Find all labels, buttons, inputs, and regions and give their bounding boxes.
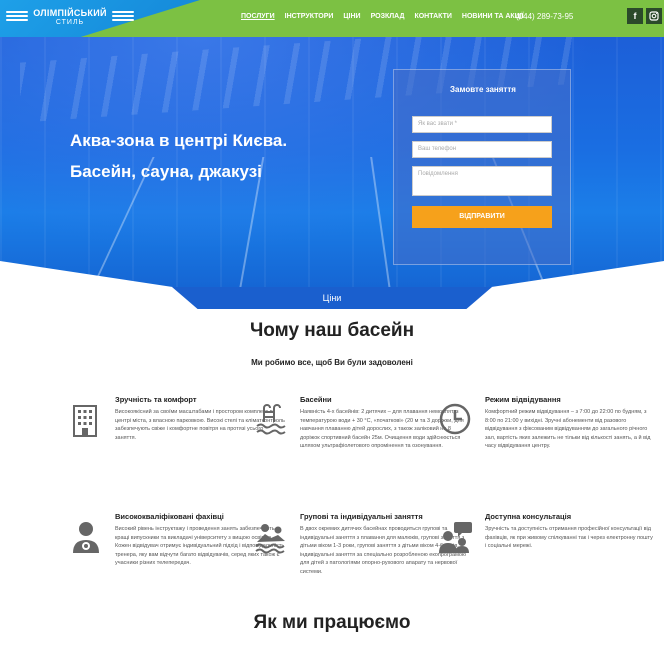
top-header: ОЛІМПІЙСЬКИЙ СТИЛЬ ПОСЛУГИ ІНСТРУКТОРИ Ц… xyxy=(0,0,664,62)
pool-lane-line xyxy=(370,157,392,287)
consultation-icon xyxy=(438,520,472,556)
section-title: Чому наш басейн xyxy=(249,320,415,341)
prices-tab[interactable]: Ціни xyxy=(172,287,492,309)
facebook-icon[interactable]: f xyxy=(627,8,643,24)
prices-tab-label: Ціни xyxy=(322,293,342,303)
feature-schedule: Режим відвідування Комфортний режим відв… xyxy=(485,395,655,451)
wave-icon xyxy=(6,11,28,23)
nav-contacts[interactable]: КОНТАКТИ xyxy=(409,13,456,20)
feature-title: Доступна консультація xyxy=(485,512,572,521)
name-input[interactable]: Як вас звати * xyxy=(412,116,552,133)
clock-icon xyxy=(438,402,472,438)
feature-title: Режим відвідування xyxy=(485,395,561,404)
building-icon xyxy=(70,403,104,439)
hero-title-line2: Басейн, сауна, джакузі xyxy=(70,162,262,181)
logo-title: ОЛІМПІЙСЬКИЙ xyxy=(33,8,107,18)
feature-text: Зручність та доступність отримання профе… xyxy=(485,526,653,549)
feature-text: Комфортний режим відвідування – з 7:00 д… xyxy=(485,409,651,449)
hero-banner: Аква-зона в центрі Києва. Басейн, сауна,… xyxy=(0,37,664,287)
message-textarea[interactable]: Повідомлення xyxy=(412,166,552,196)
nav-schedule[interactable]: РОЗКЛАД xyxy=(366,13,410,20)
wave-icon xyxy=(112,11,134,23)
feature-consultation: Доступна консультація Зручність та досту… xyxy=(485,512,655,551)
nav-instructors[interactable]: ІНСТРУКТОРИ xyxy=(280,13,339,20)
nav-prices[interactable]: ЦІНИ xyxy=(338,13,365,20)
pool-ladder-icon xyxy=(255,402,289,438)
instagram-icon[interactable] xyxy=(646,8,662,24)
site-logo[interactable]: ОЛІМПІЙСЬКИЙ СТИЛЬ xyxy=(6,5,136,29)
swimmers-icon xyxy=(254,520,288,556)
form-title: Замовте заняття xyxy=(450,85,516,94)
phone-input[interactable]: Ваш телефон xyxy=(412,141,552,158)
hero-title-line1: Аква-зона в центрі Києва. xyxy=(70,131,288,150)
instructor-icon xyxy=(70,520,104,556)
booking-form: Замовте заняття Як вас звати * Ваш телеф… xyxy=(393,69,571,265)
nav-services[interactable]: ПОСЛУГИ xyxy=(236,13,280,20)
main-nav: ПОСЛУГИ ІНСТРУКТОРИ ЦІНИ РОЗКЛАД КОНТАКТ… xyxy=(236,13,529,20)
how-we-work-title: Як ми працюємо xyxy=(253,612,411,633)
submit-button[interactable]: ВІДПРАВИТИ xyxy=(412,206,552,228)
logo-subtitle: СТИЛЬ xyxy=(55,19,85,26)
hero-title: Аква-зона в центрі Києва. Басейн, сауна,… xyxy=(70,125,287,187)
section-subtitle: Ми робимо все, щоб Ви були задоволені xyxy=(251,358,413,367)
phone-number[interactable]: (044) 289-73-95 xyxy=(516,12,573,21)
